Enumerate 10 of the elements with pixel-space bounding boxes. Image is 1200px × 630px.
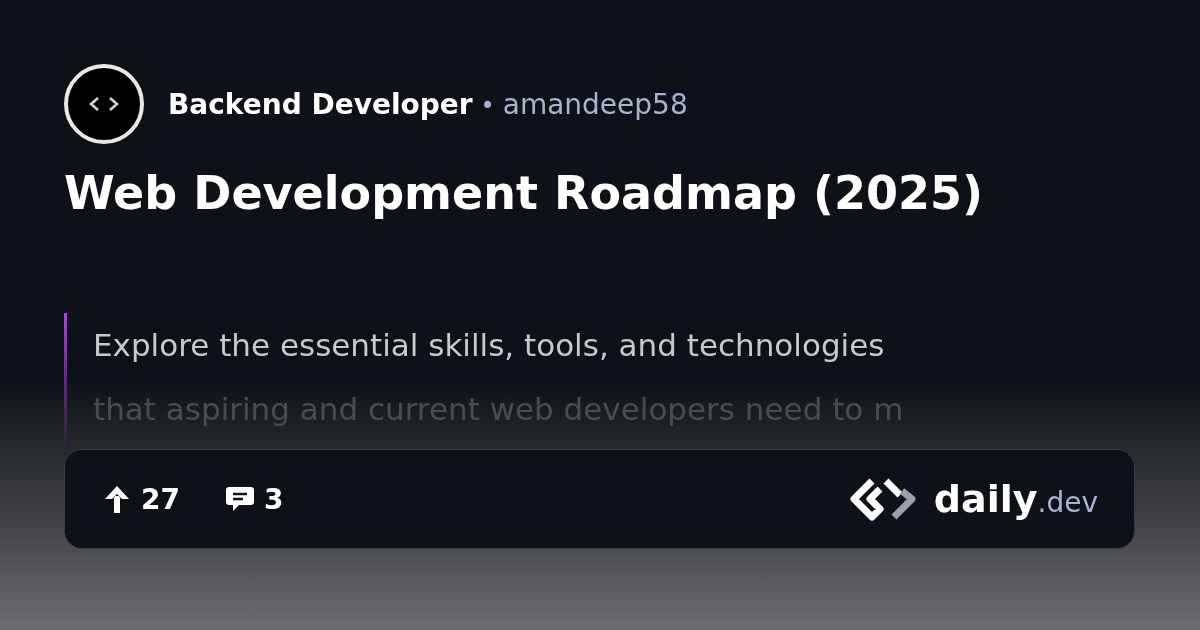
author-name[interactable]: amandeep58 [502,87,688,121]
separator-dot: • [480,91,495,120]
post-title: Web Development Roadmap (2025) [64,166,984,222]
excerpt-line: Explore the essential skills, tools, and technologies [93,326,886,366]
code-brackets-icon [89,96,119,112]
comment-count: 3 [263,482,284,516]
brand-suffix: .dev [1037,486,1098,520]
source-name[interactable]: Backend Developer [168,87,473,121]
upvote-count: 27 [141,482,180,516]
brand-name: daily [933,477,1038,522]
